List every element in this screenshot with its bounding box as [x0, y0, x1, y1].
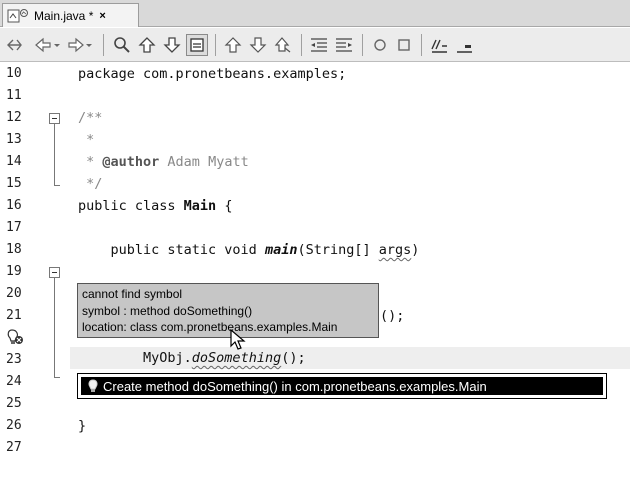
- code-line: *: [78, 132, 95, 148]
- start-macro-icon[interactable]: [369, 34, 391, 56]
- mouse-pointer-icon: [229, 328, 247, 351]
- code-line: /**: [78, 110, 103, 126]
- toggle-bookmark-icon[interactable]: [272, 34, 294, 56]
- find-selection-icon[interactable]: [111, 34, 133, 56]
- previous-bookmark-icon[interactable]: [222, 34, 244, 56]
- line-number: 27: [6, 440, 22, 455]
- forward-dropdown-icon[interactable]: [84, 34, 94, 56]
- line-number: 25: [6, 396, 22, 411]
- stop-macro-icon[interactable]: [393, 34, 415, 56]
- editor-toolbar: [0, 28, 630, 62]
- fold-guide: [54, 124, 55, 185]
- tooltip-symbol: symbol : method doSomething(): [82, 303, 253, 318]
- hint-popup: Create method doSomething() in com.prone…: [77, 373, 607, 399]
- toolbar-separator: [215, 34, 216, 56]
- tab-main-java[interactable]: Main.java * ×: [2, 3, 139, 27]
- line-number: 16: [6, 198, 22, 213]
- code-line-error: MyObj.doSomething();: [78, 350, 306, 366]
- last-edit-icon[interactable]: [4, 34, 26, 56]
- line-number: 19: [6, 264, 22, 279]
- fold-guide: [54, 377, 60, 378]
- error-tooltip: cannot find symbol symbol : method doSom…: [77, 283, 379, 338]
- line-number-gutter[interactable]: 10 11 12 13 14 15 16 17 18 19 20 21 23 2…: [0, 63, 70, 482]
- code-line: public class Main {: [78, 198, 233, 214]
- find-previous-icon[interactable]: [136, 34, 158, 56]
- line-number: 11: [6, 88, 22, 103]
- line-number: 26: [6, 418, 22, 433]
- line-number: 14: [6, 154, 22, 169]
- code-line: package com.pronetbeans.examples;: [78, 66, 347, 82]
- fold-guide: [54, 185, 60, 186]
- java-file-icon: [7, 8, 31, 24]
- code-line: */: [78, 176, 103, 192]
- fold-guide: [54, 278, 55, 377]
- hint-label: Create method doSomething() in com.prone…: [103, 378, 487, 394]
- find-next-icon[interactable]: [161, 34, 183, 56]
- shift-right-icon[interactable]: [333, 34, 355, 56]
- fold-toggle-icon[interactable]: [49, 267, 60, 278]
- shift-left-icon[interactable]: [308, 34, 330, 56]
- tooltip-location: location: class com.pronetbeans.examples…: [82, 320, 338, 334]
- code-editor[interactable]: 10 11 12 13 14 15 16 17 18 19 20 21 23 2…: [0, 63, 630, 482]
- toolbar-separator: [421, 34, 422, 56]
- code-line: }: [78, 418, 87, 434]
- next-bookmark-icon[interactable]: [247, 34, 269, 56]
- line-number: 12: [6, 110, 22, 125]
- uncomment-icon[interactable]: [453, 34, 475, 56]
- back-dropdown-icon[interactable]: [52, 34, 62, 56]
- tooltip-message: cannot find symbol: [82, 287, 183, 301]
- code-line: public static void main(String[] args): [78, 242, 420, 258]
- hint-bulb-icon: [87, 379, 99, 393]
- fold-toggle-icon[interactable]: [49, 113, 60, 124]
- forward-icon[interactable]: [64, 34, 86, 56]
- line-number: 10: [6, 66, 22, 81]
- hint-bulb-error-icon[interactable]: [6, 327, 36, 349]
- editor-tab-strip: Main.java * ×: [0, 0, 630, 27]
- code-line-fragment: ();: [380, 308, 405, 324]
- line-number: 20: [6, 286, 22, 301]
- code-line: * @author Adam Myatt: [78, 154, 249, 170]
- line-number: 18: [6, 242, 22, 257]
- hint-item-create-method[interactable]: Create method doSomething() in com.prone…: [81, 377, 603, 395]
- line-number: 15: [6, 176, 22, 191]
- line-number: 17: [6, 220, 22, 235]
- line-number: 13: [6, 132, 22, 147]
- line-number: 21: [6, 308, 22, 323]
- toggle-highlight-icon[interactable]: [186, 34, 208, 56]
- line-number: 24: [6, 374, 22, 389]
- toolbar-separator: [103, 34, 104, 56]
- toolbar-separator: [301, 34, 302, 56]
- close-tab-icon[interactable]: ×: [99, 10, 105, 22]
- tab-title: Main.java *: [34, 8, 94, 23]
- toolbar-separator: [362, 34, 363, 56]
- comment-icon[interactable]: [428, 34, 450, 56]
- line-number: 23: [6, 352, 22, 367]
